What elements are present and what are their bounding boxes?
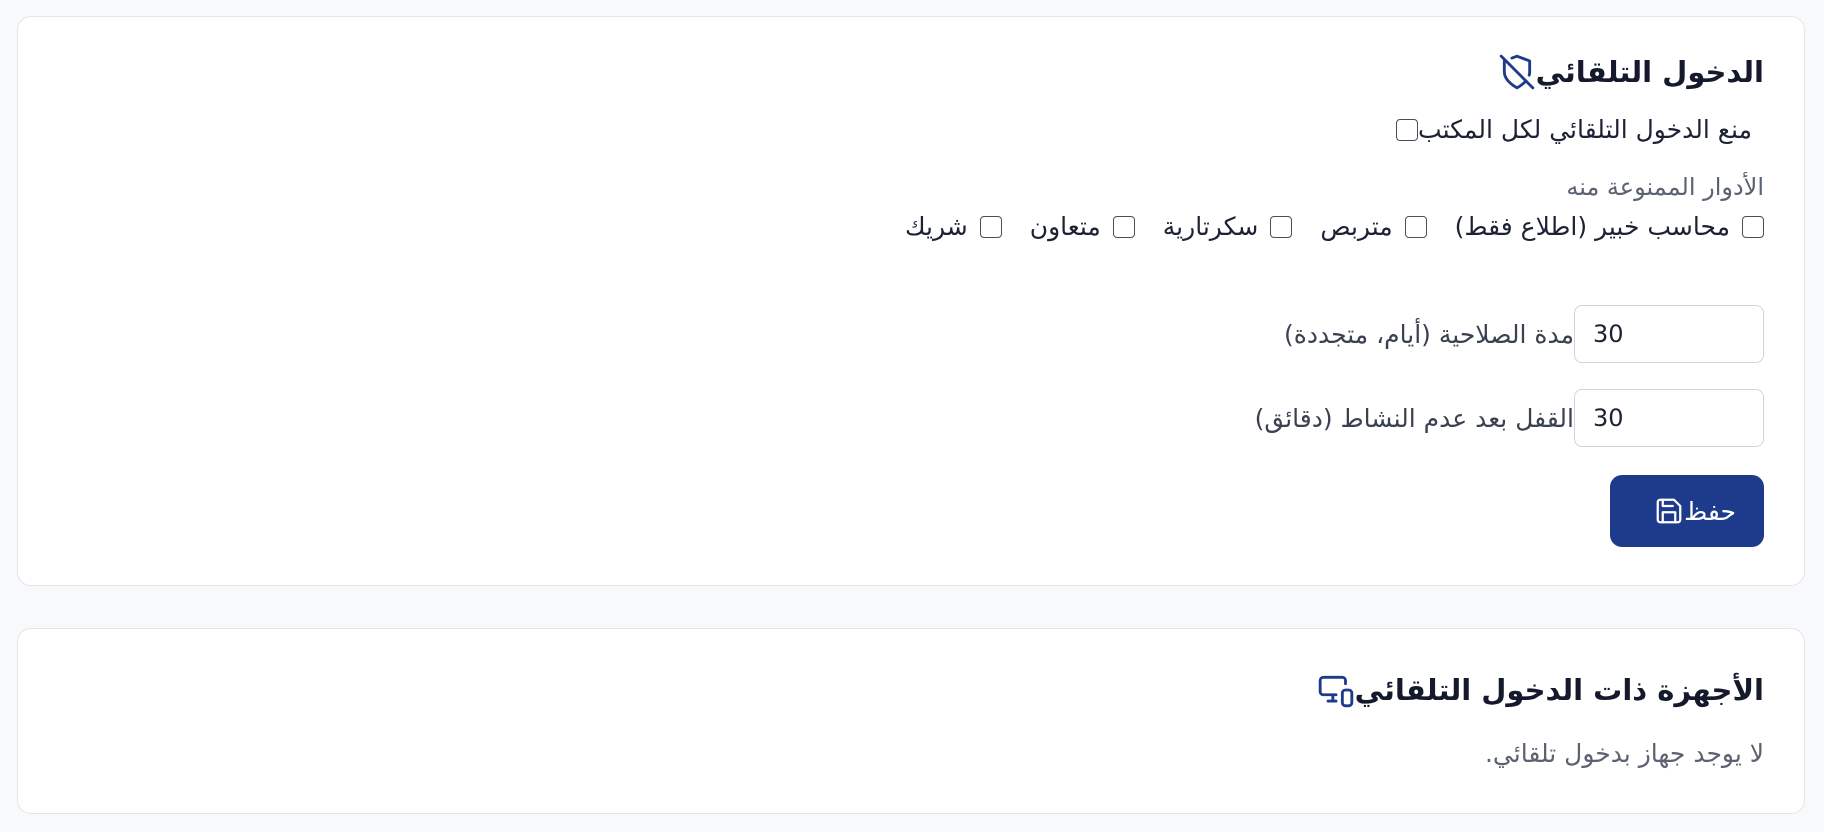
- role-partner-checkbox[interactable]: [979, 215, 1002, 238]
- role-collaborator-checkbox[interactable]: [1112, 215, 1135, 238]
- save-button[interactable]: حفظ: [1610, 475, 1764, 547]
- block-all-row[interactable]: منع الدخول التلقائي لكل المكتب: [1396, 115, 1764, 144]
- role-secretary[interactable]: سكرتارية: [1163, 212, 1293, 241]
- role-partner[interactable]: شريك: [905, 212, 1002, 241]
- devices-title: الأجهزة ذات الدخول التلقائي: [1354, 673, 1764, 707]
- blocked-roles-heading-row: الأدوار الممنوعة منه: [1566, 173, 1764, 201]
- role-intern-checkbox[interactable]: [1404, 215, 1427, 238]
- role-partner-label: شريك: [904, 212, 968, 241]
- devices-empty-row: لا يوجد جهاز بدخول تلقائي.: [1485, 739, 1764, 768]
- blocked-roles-list: شريك متعاون سكرتارية متربص محاسب خبير (ا…: [877, 212, 1764, 241]
- role-intern-label: متربص: [1320, 212, 1393, 241]
- validity-row: مدة الصلاحية (أيام، متجددة): [1264, 305, 1764, 363]
- save-icon: [1654, 496, 1684, 526]
- save-row: حفظ: [1610, 475, 1764, 547]
- block-all-label: منع الدخول التلقائي لكل المكتب: [1418, 115, 1752, 144]
- devices-icon: [1317, 671, 1355, 709]
- lock-label: القفل بعد عدم النشاط (دقائق): [1254, 403, 1574, 433]
- role-intern[interactable]: متربص: [1320, 212, 1427, 241]
- save-button-label: حفظ: [1684, 496, 1736, 526]
- role-accountant[interactable]: محاسب خبير (اطلاع فقط): [1455, 212, 1764, 241]
- validity-label: مدة الصلاحية (أيام، متجددة): [1283, 319, 1574, 349]
- role-accountant-checkbox[interactable]: [1742, 215, 1764, 238]
- devices-empty-text: لا يوجد جهاز بدخول تلقائي.: [1484, 739, 1764, 768]
- role-collaborator-label: متعاون: [1029, 212, 1101, 241]
- blocked-roles-label: الأدوار الممنوعة منه: [1566, 173, 1764, 201]
- auto-login-devices-card: الأجهزة ذات الدخول التلقائي لا يوجد جهاز…: [17, 628, 1805, 814]
- lock-input[interactable]: [1574, 389, 1764, 447]
- role-secretary-label: سكرتارية: [1162, 212, 1259, 241]
- lock-row: القفل بعد عدم النشاط (دقائق): [1235, 389, 1764, 447]
- validity-input[interactable]: [1574, 305, 1764, 363]
- role-collaborator[interactable]: متعاون: [1030, 212, 1135, 241]
- role-secretary-checkbox[interactable]: [1270, 215, 1293, 238]
- role-accountant-label: محاسب خبير (اطلاع فقط): [1454, 212, 1730, 241]
- block-all-checkbox[interactable]: [1396, 118, 1419, 141]
- auto-login-card: الدخول التلقائي منع الدخول التلقائي لكل …: [17, 16, 1805, 586]
- auto-login-title: الدخول التلقائي: [1535, 55, 1764, 89]
- auto-login-header: الدخول التلقائي: [1482, 53, 1764, 91]
- shield-off-icon: [1498, 53, 1536, 91]
- devices-header: الأجهزة ذات الدخول التلقائي: [1301, 671, 1764, 709]
